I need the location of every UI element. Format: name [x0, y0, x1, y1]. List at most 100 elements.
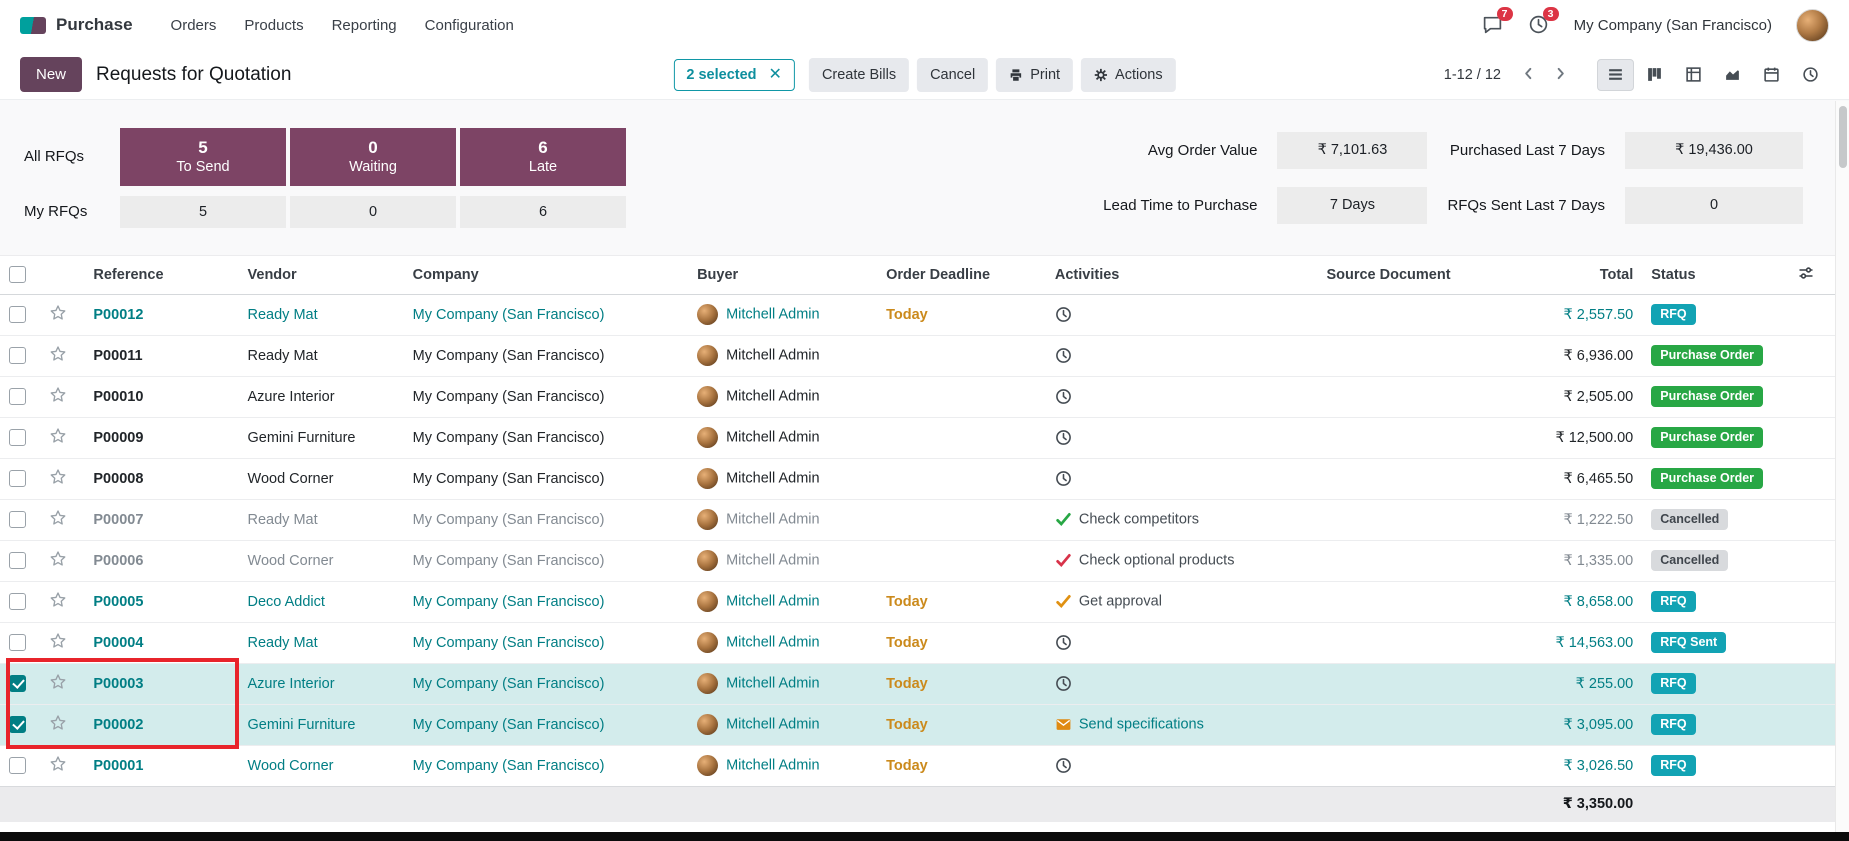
activity-clock-icon[interactable]	[1055, 429, 1072, 446]
odoo-logo-icon[interactable]	[20, 17, 46, 34]
scrollbar-track[interactable]	[1835, 101, 1849, 832]
cancel-button[interactable]: Cancel	[917, 58, 988, 92]
activity-label[interactable]: Check competitors	[1079, 512, 1199, 528]
table-row[interactable]: P00012Ready MatMy Company (San Francisco…	[0, 294, 1835, 335]
favorite-star-icon[interactable]	[49, 427, 67, 445]
new-button[interactable]: New	[20, 57, 82, 92]
stat-all-late[interactable]: 6Late	[460, 128, 626, 186]
row-checkbox[interactable]	[9, 593, 26, 610]
optional-columns-icon[interactable]	[1789, 256, 1835, 294]
activity-clock-icon[interactable]	[1055, 470, 1072, 487]
row-checkbox[interactable]	[9, 388, 26, 405]
user-avatar[interactable]	[1796, 9, 1829, 42]
table-row[interactable]: P00002Gemini FurnitureMy Company (San Fr…	[0, 704, 1835, 745]
favorite-star-icon[interactable]	[49, 755, 67, 773]
status-cell: Cancelled	[1642, 499, 1789, 540]
company-switcher[interactable]: My Company (San Francisco)	[1574, 17, 1772, 34]
kanban-view-icon[interactable]	[1636, 59, 1673, 91]
stat-my-waiting[interactable]: 0	[290, 196, 456, 228]
activity-envelope-icon[interactable]	[1055, 716, 1072, 733]
row-checkbox[interactable]	[9, 347, 26, 364]
all-rfqs-label[interactable]: All RFQs	[24, 128, 116, 186]
favorite-star-icon[interactable]	[49, 386, 67, 404]
table-row[interactable]: P00010Azure InteriorMy Company (San Fran…	[0, 376, 1835, 417]
create-bills-button[interactable]: Create Bills	[809, 58, 909, 92]
actions-button[interactable]: Actions	[1081, 58, 1176, 92]
favorite-star-icon[interactable]	[49, 468, 67, 486]
stat-my-late[interactable]: 6	[460, 196, 626, 228]
close-icon[interactable]: ✕	[769, 69, 782, 81]
activity-label[interactable]: Send specifications	[1079, 717, 1204, 733]
table-row[interactable]: P00006Wood CornerMy Company (San Francis…	[0, 540, 1835, 581]
row-checkbox[interactable]	[9, 429, 26, 446]
messages-icon[interactable]: 7	[1482, 14, 1504, 36]
scrollbar-thumb[interactable]	[1839, 106, 1847, 168]
table-row[interactable]: P00004Ready MatMy Company (San Francisco…	[0, 622, 1835, 663]
row-checkbox[interactable]	[9, 306, 26, 323]
table-row[interactable]: P00009Gemini FurnitureMy Company (San Fr…	[0, 417, 1835, 458]
column-header-company[interactable]: Company	[404, 256, 688, 294]
table-row[interactable]: P00001Wood CornerMy Company (San Francis…	[0, 745, 1835, 786]
activity-check-icon[interactable]	[1055, 593, 1072, 610]
activities-icon[interactable]: 3	[1528, 14, 1550, 36]
print-button[interactable]: Print	[996, 58, 1073, 92]
favorite-star-icon[interactable]	[49, 632, 67, 650]
source-document-cell	[1317, 417, 1501, 458]
stat-all-to-send[interactable]: 5To Send	[120, 128, 286, 186]
favorite-star-icon[interactable]	[49, 345, 67, 363]
table-row[interactable]: P00011Ready MatMy Company (San Francisco…	[0, 335, 1835, 376]
row-checkbox[interactable]	[9, 757, 26, 774]
column-header-order-deadline[interactable]: Order Deadline	[877, 256, 1046, 294]
favorite-star-icon[interactable]	[49, 304, 67, 322]
menu-orders[interactable]: Orders	[159, 11, 229, 40]
calendar-view-icon[interactable]	[1753, 59, 1790, 91]
row-checkbox[interactable]	[9, 716, 26, 733]
graph-view-icon[interactable]	[1714, 59, 1751, 91]
pager-next-button[interactable]	[1547, 61, 1573, 89]
pager-previous-button[interactable]	[1515, 61, 1541, 89]
activity-clock-icon[interactable]	[1055, 757, 1072, 774]
column-header-total[interactable]: Total	[1501, 256, 1642, 294]
column-header-status[interactable]: Status	[1642, 256, 1789, 294]
column-header-activities[interactable]: Activities	[1046, 256, 1318, 294]
row-checkbox[interactable]	[9, 552, 26, 569]
favorite-star-icon[interactable]	[49, 673, 67, 691]
select-all-checkbox[interactable]	[9, 266, 26, 283]
row-checkbox[interactable]	[9, 634, 26, 651]
activity-clock-icon[interactable]	[1055, 634, 1072, 651]
activity-check-icon[interactable]	[1055, 511, 1072, 528]
favorite-star-icon[interactable]	[49, 714, 67, 732]
menu-configuration[interactable]: Configuration	[413, 11, 526, 40]
column-header-reference[interactable]: Reference	[84, 256, 238, 294]
app-name[interactable]: Purchase	[56, 15, 133, 35]
activity-clock-icon[interactable]	[1055, 675, 1072, 692]
menu-products[interactable]: Products	[232, 11, 315, 40]
favorite-star-icon[interactable]	[49, 591, 67, 609]
row-checkbox[interactable]	[9, 511, 26, 528]
table-row[interactable]: P00003Azure InteriorMy Company (San Fran…	[0, 663, 1835, 704]
my-rfqs-label[interactable]: My RFQs	[24, 196, 116, 228]
pivot-view-icon[interactable]	[1675, 59, 1712, 91]
stat-my-to-send[interactable]: 5	[120, 196, 286, 228]
column-header-vendor[interactable]: Vendor	[239, 256, 404, 294]
activity-clock-icon[interactable]	[1055, 388, 1072, 405]
column-header-buyer[interactable]: Buyer	[688, 256, 877, 294]
list-view-icon[interactable]	[1597, 59, 1634, 91]
activity-check-icon[interactable]	[1055, 552, 1072, 569]
stat-all-waiting[interactable]: 0Waiting	[290, 128, 456, 186]
table-row[interactable]: P00007Ready MatMy Company (San Francisco…	[0, 499, 1835, 540]
column-header-source-document[interactable]: Source Document	[1317, 256, 1501, 294]
favorite-star-icon[interactable]	[49, 509, 67, 527]
activity-label[interactable]: Check optional products	[1079, 553, 1235, 569]
activity-clock-icon[interactable]	[1055, 347, 1072, 364]
menu-reporting[interactable]: Reporting	[320, 11, 409, 40]
row-checkbox[interactable]	[9, 675, 26, 692]
activity-view-icon[interactable]	[1792, 59, 1829, 91]
activity-clock-icon[interactable]	[1055, 306, 1072, 323]
row-checkbox[interactable]	[9, 470, 26, 487]
activity-label[interactable]: Get approval	[1079, 594, 1162, 610]
total-cell: ₹ 2,505.00	[1501, 376, 1642, 417]
favorite-star-icon[interactable]	[49, 550, 67, 568]
table-row[interactable]: P00008Wood CornerMy Company (San Francis…	[0, 458, 1835, 499]
table-row[interactable]: P00005Deco AddictMy Company (San Francis…	[0, 581, 1835, 622]
